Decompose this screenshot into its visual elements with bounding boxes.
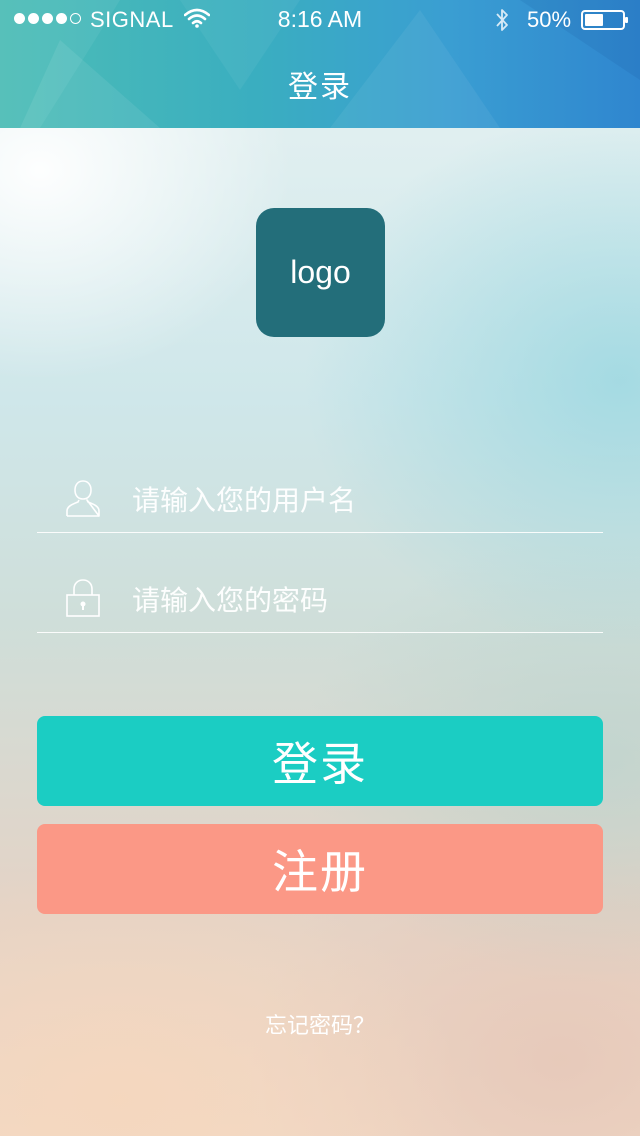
header-bar: SIGNAL 8:16 AM 50% 登录 — [0, 0, 640, 128]
app-logo: logo — [256, 208, 385, 337]
page-title: 登录 — [288, 70, 352, 105]
register-button[interactable]: 注册 — [37, 824, 603, 914]
username-field — [37, 466, 603, 533]
status-bar: SIGNAL 8:16 AM 50% — [0, 0, 640, 40]
username-input[interactable] — [132, 474, 582, 526]
battery-icon — [581, 10, 628, 30]
lock-icon — [66, 579, 100, 617]
battery-percentage: 50% — [527, 7, 572, 32]
login-screen: SIGNAL 8:16 AM 50% 登录 logo 请输入您的用户名 登录 注… — [0, 0, 640, 1136]
password-input[interactable] — [132, 574, 582, 626]
password-field — [37, 566, 603, 633]
forgot-password-link[interactable]: 忘记密码？ — [0, 1008, 640, 1040]
bluetooth-icon — [496, 9, 508, 31]
login-button[interactable]: 登录 — [37, 716, 603, 806]
logo-text: logo — [290, 254, 351, 290]
user-icon — [66, 480, 100, 517]
